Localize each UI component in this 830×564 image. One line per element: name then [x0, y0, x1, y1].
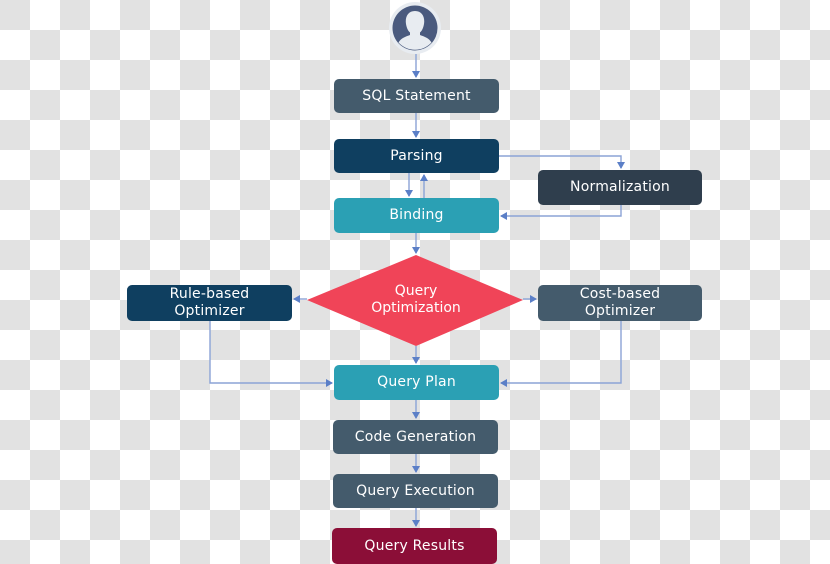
rule-based-line1: Rule-based [169, 286, 250, 302]
edge-normalization-to-binding [500, 205, 622, 220]
query-optimization-label: Query Optimization [340, 283, 492, 317]
normalization-label: Normalization [570, 179, 670, 195]
rule-based-line2: Optimizer [174, 303, 245, 319]
edge-parsing-to-normalization [499, 155, 625, 169]
parsing-label: Parsing [390, 147, 443, 164]
cost-based-line1: Cost-based [579, 286, 661, 302]
query-plan-label: Query Plan [377, 374, 456, 390]
user-avatar-icon [389, 2, 441, 54]
edge-cost-to-plan [500, 321, 622, 387]
query-optimization-line1: Query [394, 283, 438, 299]
query-execution-node[interactable]: Query Execution [333, 474, 498, 508]
parsing-node[interactable]: Parsing [334, 139, 499, 173]
code-generation-label: Code Generation [354, 428, 477, 445]
edge-rule-to-plan [209, 321, 333, 387]
binding-node[interactable]: Binding [334, 198, 499, 233]
query-optimization-line2: Optimization [371, 300, 461, 316]
normalization-node[interactable]: Normalization [538, 170, 702, 205]
rule-based-optimizer-node[interactable]: Rule-based Optimizer [127, 285, 292, 321]
query-results-label: Query Results [364, 537, 465, 554]
cost-based-optimizer-node[interactable]: Cost-based Optimizer [538, 285, 702, 321]
cost-based-line2: Optimizer [584, 303, 656, 319]
query-plan-node[interactable]: Query Plan [334, 365, 499, 400]
binding-label: Binding [389, 207, 444, 223]
query-execution-label: Query Execution [356, 482, 475, 499]
code-generation-node[interactable]: Code Generation [333, 420, 498, 454]
query-results-node[interactable]: Query Results [332, 528, 497, 564]
sql-statement-label: SQL Statement [362, 87, 471, 104]
sql-statement-node[interactable]: SQL Statement [334, 79, 499, 113]
